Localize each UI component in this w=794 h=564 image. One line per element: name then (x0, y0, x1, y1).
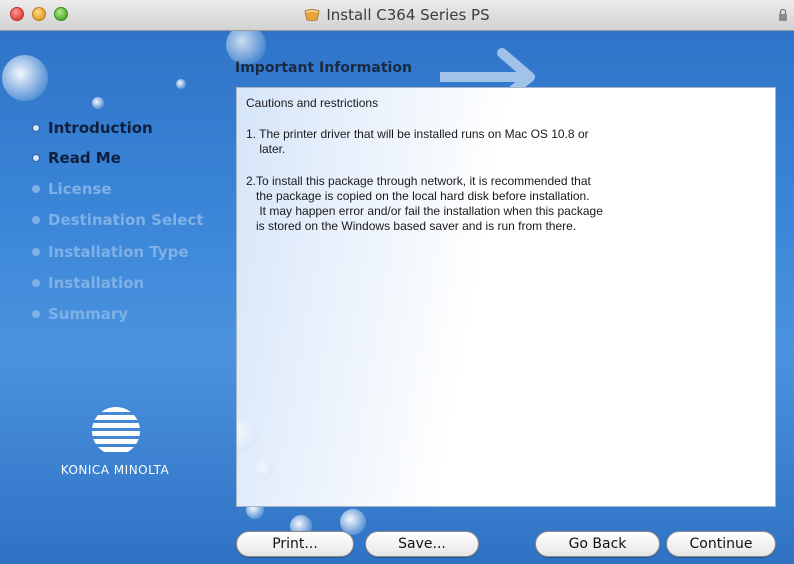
text-line: 1. The printer driver that will be insta… (246, 127, 589, 141)
text-line: the package is copied on the local hard … (246, 189, 590, 203)
decor-bubble (255, 460, 273, 478)
print-button[interactable]: Print... (236, 531, 354, 557)
text-line: later. (246, 142, 286, 156)
step-label: Installation Type (48, 243, 189, 261)
window-title: Install C364 Series PS (326, 6, 490, 24)
step-label: Introduction (48, 119, 153, 137)
lock-icon (779, 8, 787, 21)
step-bullet-icon (32, 216, 40, 224)
step-license: License (32, 180, 112, 198)
text-line: It may happen error and/or fail the inst… (246, 204, 603, 218)
step-bullet-icon (32, 310, 40, 318)
step-summary: Summary (32, 305, 128, 323)
installer-window: Install C364 Series PS Introduction Read… (0, 0, 794, 564)
steps-sidebar: Introduction Read Me License Destination… (0, 31, 230, 564)
decor-bubble (237, 418, 257, 452)
step-bullet-icon (32, 279, 40, 287)
read-me-text-area[interactable]: Cautions and restrictions 1. The printer… (236, 87, 776, 507)
step-installation-type: Installation Type (32, 243, 189, 261)
page-title: Important Information (235, 60, 412, 76)
step-label: Installation (48, 274, 145, 292)
step-label: Read Me (48, 149, 121, 167)
step-introduction: Introduction (32, 119, 153, 137)
step-label: Destination Select (48, 211, 204, 229)
save-button[interactable]: Save... (365, 531, 479, 557)
step-read-me: Read Me (32, 149, 121, 167)
konica-minolta-logo-icon (92, 407, 140, 452)
text-line: Cautions and restrictions (246, 96, 379, 110)
panel-background (237, 88, 775, 506)
window-title-group: Install C364 Series PS (0, 6, 794, 24)
step-bullet-icon (32, 124, 40, 132)
step-label: Summary (48, 305, 129, 323)
step-bullet-icon (32, 248, 40, 256)
brand-name: KONICA MINOLTA (60, 463, 170, 477)
text-line: is stored on the Windows based saver and… (246, 219, 577, 233)
step-label: License (48, 180, 112, 198)
package-icon (304, 9, 320, 21)
step-bullet-icon (32, 154, 40, 162)
text-line: 2.To install this package through networ… (246, 174, 591, 188)
step-bullet-icon (32, 185, 40, 193)
go-back-button[interactable]: Go Back (535, 531, 660, 557)
step-installation: Installation (32, 274, 144, 292)
installer-content: Introduction Read Me License Destination… (0, 31, 794, 564)
title-bar: Install C364 Series PS (0, 0, 794, 31)
continue-button[interactable]: Continue (666, 531, 776, 557)
step-destination-select: Destination Select (32, 211, 204, 229)
